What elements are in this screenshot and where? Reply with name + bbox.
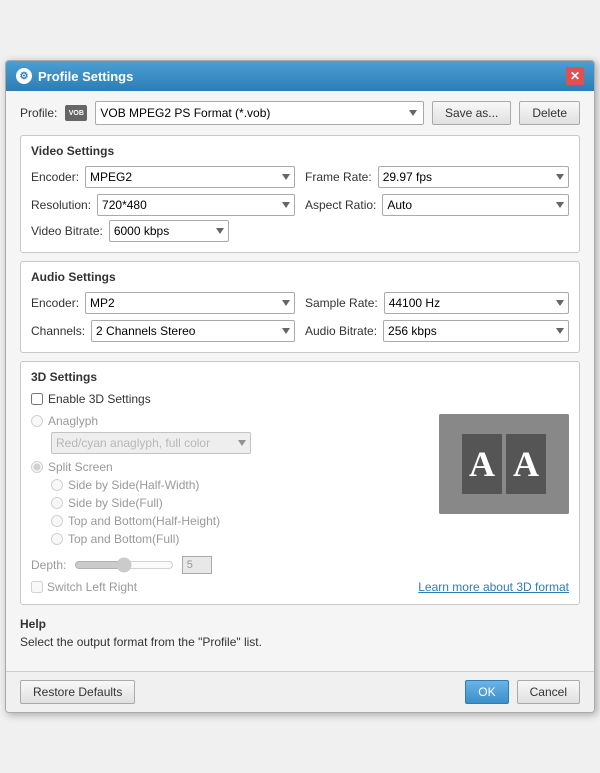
close-button[interactable]: ✕ — [566, 67, 584, 85]
anaglyph-radio[interactable] — [31, 415, 43, 427]
side-by-side-half-radio[interactable] — [51, 479, 63, 491]
top-bottom-full-radio[interactable] — [51, 533, 63, 545]
footer-right: OK Cancel — [465, 680, 580, 704]
video-settings-title: Video Settings — [31, 144, 569, 158]
resolution-row: Resolution: 720*480 — [31, 194, 295, 216]
enable-3d-checkbox[interactable] — [31, 393, 43, 405]
top-bottom-full-label[interactable]: Top and Bottom(Full) — [68, 532, 179, 546]
video-bitrate-select[interactable]: 6000 kbps — [109, 220, 229, 242]
video-settings-section: Video Settings Encoder: MPEG2 Frame Rate… — [20, 135, 580, 253]
profile-select[interactable]: VOB MPEG2 PS Format (*.vob) — [95, 101, 424, 125]
depth-row: Depth: — [31, 556, 569, 574]
window-body: Profile: VOB VOB MPEG2 PS Format (*.vob)… — [6, 91, 594, 671]
depth-label: Depth: — [31, 558, 66, 572]
aspect-ratio-select[interactable]: Auto — [382, 194, 569, 216]
resolution-select[interactable]: 720*480 — [97, 194, 295, 216]
save-as-button[interactable]: Save as... — [432, 101, 511, 125]
video-bitrate-row: Video Bitrate: 6000 kbps — [31, 220, 569, 242]
encoder-select[interactable]: MPEG2 — [85, 166, 295, 188]
channels-row: Channels: 2 Channels Stereo — [31, 320, 295, 342]
profile-settings-window: ⚙ Profile Settings ✕ Profile: VOB VOB MP… — [5, 60, 595, 713]
encoder-row: Encoder: MPEG2 — [31, 166, 295, 188]
top-bottom-half-radio[interactable] — [51, 515, 63, 527]
top-bottom-half-row: Top and Bottom(Half-Height) — [31, 514, 429, 528]
anaglyph-label[interactable]: Anaglyph — [48, 414, 98, 428]
audio-encoder-label: Encoder: — [31, 296, 79, 310]
3d-settings-section: 3D Settings Enable 3D Settings Anaglyph … — [20, 361, 580, 605]
encoder-label: Encoder: — [31, 170, 79, 184]
video-bitrate-label: Video Bitrate: — [31, 224, 103, 238]
profile-label: Profile: — [20, 106, 57, 120]
depth-slider[interactable] — [74, 557, 174, 573]
cancel-button[interactable]: Cancel — [517, 680, 580, 704]
title-bar: ⚙ Profile Settings ✕ — [6, 61, 594, 91]
preview-letter-left: A — [462, 434, 502, 494]
preview-aa-container: A A — [452, 424, 556, 504]
preview-letter-right: A — [506, 434, 546, 494]
side-by-side-half-row: Side by Side(Half-Width) — [31, 478, 429, 492]
window-icon: ⚙ — [16, 68, 32, 84]
audio-bitrate-row: Audio Bitrate: 256 kbps — [305, 320, 569, 342]
side-by-side-full-radio[interactable] — [51, 497, 63, 509]
anaglyph-type-select[interactable]: Red/cyan anaglyph, full color — [51, 432, 251, 454]
depth-spinner[interactable] — [182, 556, 212, 574]
audio-settings-title: Audio Settings — [31, 270, 569, 284]
delete-button[interactable]: Delete — [519, 101, 580, 125]
aspect-ratio-label: Aspect Ratio: — [305, 198, 376, 212]
side-by-side-full-label[interactable]: Side by Side(Full) — [68, 496, 163, 510]
help-section: Help Select the output format from the "… — [20, 613, 580, 653]
top-bottom-full-row: Top and Bottom(Full) — [31, 532, 429, 546]
audio-settings-section: Audio Settings Encoder: MP2 Sample Rate:… — [20, 261, 580, 353]
sample-rate-label: Sample Rate: — [305, 296, 378, 310]
help-text: Select the output format from the "Profi… — [20, 635, 580, 649]
switch-left-right-checkbox[interactable] — [31, 581, 43, 593]
help-title: Help — [20, 617, 580, 631]
audio-bitrate-label: Audio Bitrate: — [305, 324, 377, 338]
channels-label: Channels: — [31, 324, 85, 338]
anaglyph-row: Anaglyph — [31, 414, 429, 428]
learn-more-link[interactable]: Learn more about 3D format — [418, 580, 569, 594]
ok-button[interactable]: OK — [465, 680, 508, 704]
audio-bitrate-select[interactable]: 256 kbps — [383, 320, 569, 342]
profile-row: Profile: VOB VOB MPEG2 PS Format (*.vob)… — [20, 101, 580, 125]
restore-defaults-button[interactable]: Restore Defaults — [20, 680, 135, 704]
3d-main-content: Anaglyph Red/cyan anaglyph, full color S… — [31, 414, 569, 550]
side-by-side-half-label[interactable]: Side by Side(Half-Width) — [68, 478, 199, 492]
switch-learn-row: Switch Left Right Learn more about 3D fo… — [31, 580, 569, 594]
switch-left-right-label: Switch Left Right — [47, 580, 137, 594]
3d-preview: A A — [439, 414, 569, 514]
split-screen-radio[interactable] — [31, 461, 43, 473]
window-title: Profile Settings — [38, 69, 566, 84]
aspect-ratio-row: Aspect Ratio: Auto — [305, 194, 569, 216]
audio-encoder-row: Encoder: MP2 — [31, 292, 295, 314]
frame-rate-select[interactable]: 29.97 fps — [378, 166, 569, 188]
top-bottom-half-label[interactable]: Top and Bottom(Half-Height) — [68, 514, 220, 528]
channels-select[interactable]: 2 Channels Stereo — [91, 320, 295, 342]
sample-rate-select[interactable]: 44100 Hz — [384, 292, 569, 314]
profile-format-icon: VOB — [65, 105, 87, 121]
side-by-side-full-row: Side by Side(Full) — [31, 496, 429, 510]
resolution-label: Resolution: — [31, 198, 91, 212]
enable-3d-label[interactable]: Enable 3D Settings — [48, 392, 151, 406]
split-screen-label[interactable]: Split Screen — [48, 460, 113, 474]
switch-left-right-row: Switch Left Right — [31, 580, 137, 594]
3d-options: Anaglyph Red/cyan anaglyph, full color S… — [31, 414, 429, 550]
3d-settings-title: 3D Settings — [31, 370, 569, 384]
frame-rate-row: Frame Rate: 29.97 fps — [305, 166, 569, 188]
enable-3d-row: Enable 3D Settings — [31, 392, 569, 406]
video-settings-grid: Encoder: MPEG2 Frame Rate: 29.97 fps Res… — [31, 166, 569, 216]
audio-settings-grid: Encoder: MP2 Sample Rate: 44100 Hz Chann… — [31, 292, 569, 342]
window-footer: Restore Defaults OK Cancel — [6, 671, 594, 712]
split-screen-row: Split Screen — [31, 460, 429, 474]
audio-encoder-select[interactable]: MP2 — [85, 292, 295, 314]
sample-rate-row: Sample Rate: 44100 Hz — [305, 292, 569, 314]
frame-rate-label: Frame Rate: — [305, 170, 372, 184]
